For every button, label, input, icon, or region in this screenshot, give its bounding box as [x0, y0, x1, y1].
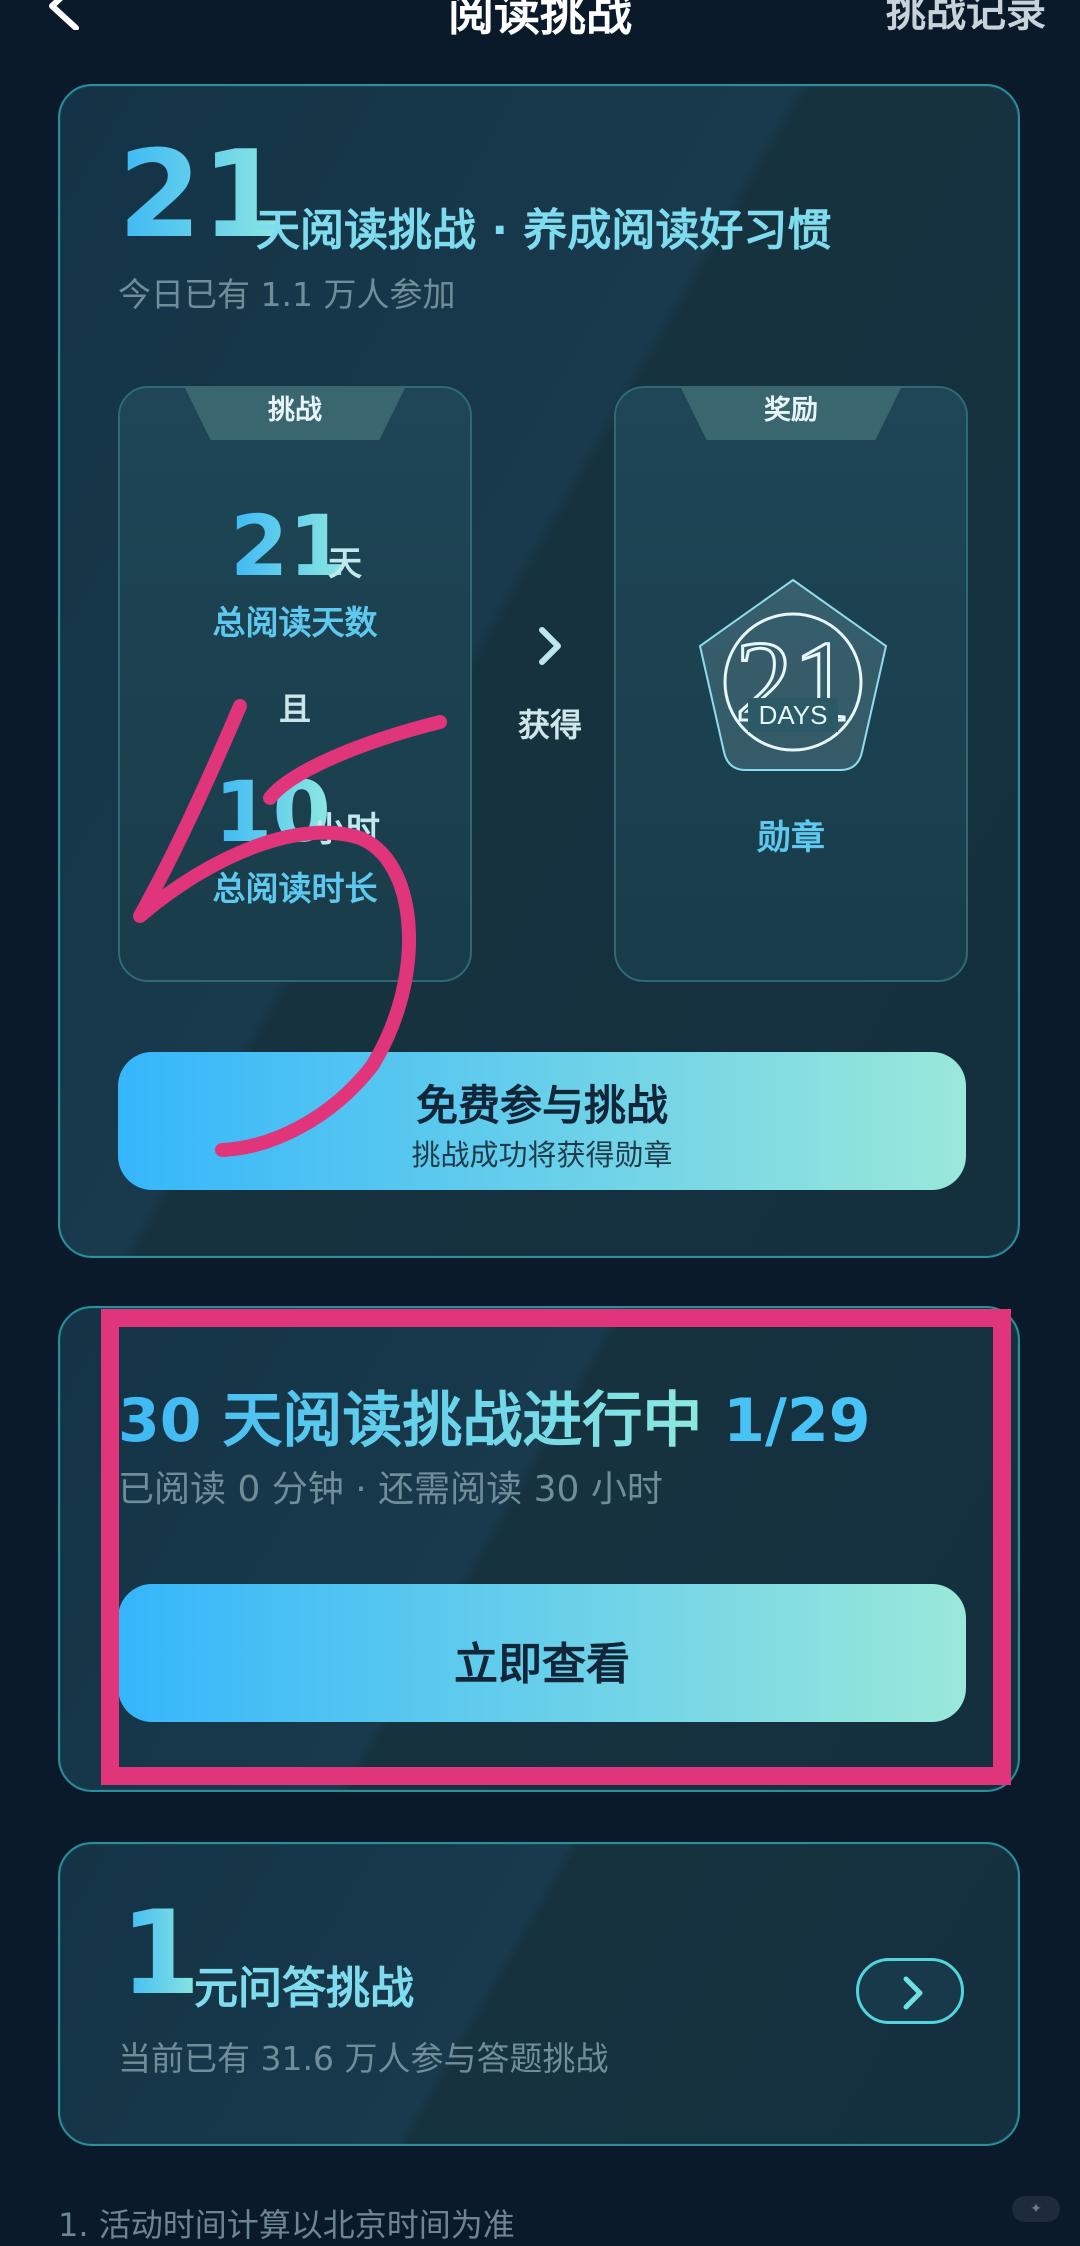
challenge-record-link[interactable]: 挑战记录: [886, 0, 1046, 38]
challenge-requirement-panel: 挑战 21 天 总阅读天数 且 10 小时 总阅读时长: [118, 386, 472, 982]
reward-tab-label: 奖励: [680, 386, 902, 440]
view-now-button[interactable]: 立即查看: [118, 1584, 966, 1722]
rule-item: 1. 活动时间计算以北京时间为准: [58, 2206, 515, 2244]
quiz-title: 元问答挑战: [194, 1963, 414, 2014]
challenge-tab-label: 挑战: [184, 386, 406, 440]
medal-label: 勋章: [757, 818, 825, 858]
challenge-30-card: 30 天阅读挑战进行中 1/29 已阅读 0 分钟 · 还需阅读 30 小时 立…: [58, 1306, 1020, 1792]
challenge-30-title-row: 30 天阅读挑战进行中 1/29: [118, 1372, 870, 1459]
challenge-30-progress: 1/29: [723, 1386, 871, 1456]
join-challenge-sublabel: 挑战成功将获得勋章: [411, 1138, 673, 1172]
required-hours-label: 总阅读时长: [212, 869, 378, 908]
join-challenge-button[interactable]: 免费参与挑战 挑战成功将获得勋章: [118, 1052, 966, 1190]
chevron-right-icon: [903, 1976, 923, 2010]
required-hours-unit: 小时: [312, 810, 380, 850]
required-days-label: 总阅读天数: [212, 603, 378, 642]
join-challenge-label: 免费参与挑战: [415, 1081, 668, 1130]
challenge-21-card: 21 天阅读挑战 · 养成阅读好习惯 今日已有 1.1 万人参加 挑战 21 天…: [58, 84, 1020, 1258]
quiz-challenge-card[interactable]: 1 元问答挑战 当前已有 31.6 万人参与答题挑战: [58, 1842, 1020, 2146]
challenge-21-title: 天阅读挑战 · 养成阅读好习惯: [256, 205, 832, 256]
challenge-30-title: 30 天阅读挑战进行中: [118, 1386, 703, 1456]
and-label: 且: [278, 690, 311, 728]
reward-panel: 奖励 21 DAYS 勋章: [614, 386, 968, 982]
required-days-unit: 天: [328, 544, 362, 584]
chevron-right-icon: [539, 627, 561, 665]
challenge-30-status: 已阅读 0 分钟 · 还需阅读 30 小时: [118, 1469, 663, 1510]
obtain-label: 获得: [517, 706, 582, 744]
watermark-icon: ✦: [1012, 2196, 1060, 2222]
quiz-price-number: 1: [120, 1886, 201, 2021]
medal-badge-icon: 21 DAYS: [698, 578, 888, 771]
quiz-go-button[interactable]: [856, 1958, 964, 2024]
quiz-participants: 当前已有 31.6 万人参与答题挑战: [118, 2039, 609, 2078]
badge-days-text: DAYS: [759, 700, 828, 730]
view-now-label: 立即查看: [454, 1639, 630, 1690]
challenge-21-participants: 今日已有 1.1 万人参加: [118, 275, 456, 314]
